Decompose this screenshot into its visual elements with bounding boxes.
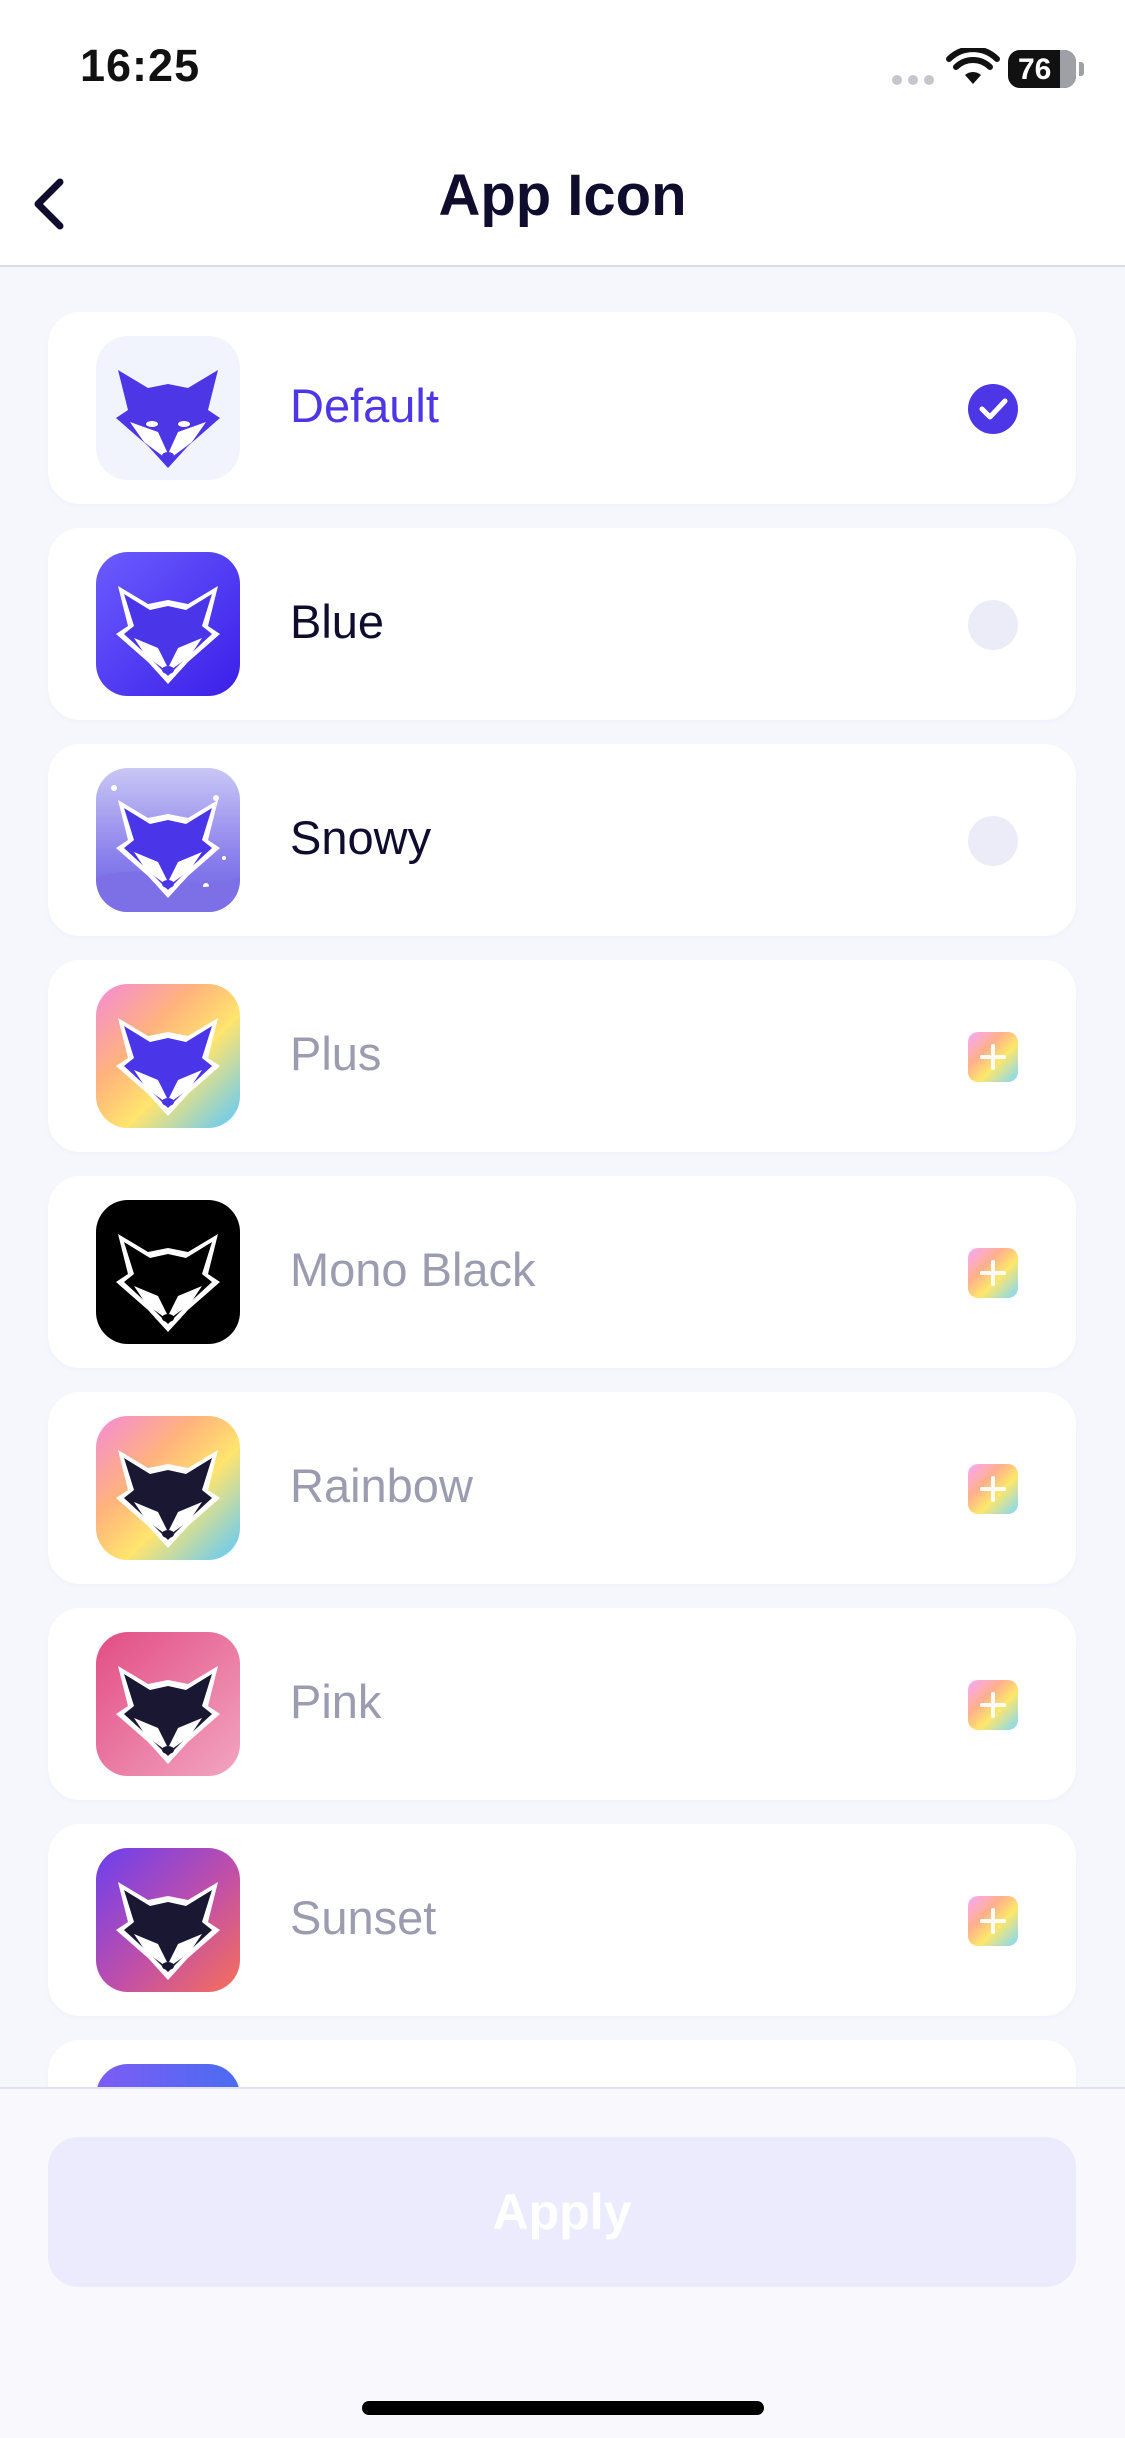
nav-bar: App Icon (0, 140, 1125, 267)
icon-option-label: Rainbow (290, 1459, 473, 1512)
battery-icon: 76 (1008, 50, 1076, 88)
icon-option-default[interactable]: Default (48, 312, 1076, 504)
icon-option-mono-black[interactable]: Mono Black (48, 1176, 1076, 1368)
fox-icon-partial (96, 2064, 240, 2087)
icon-option-label: Default (290, 379, 439, 432)
fox-icon-blue (96, 552, 240, 696)
battery-level: 76 (1018, 53, 1052, 86)
icon-option-pink[interactable]: Pink (48, 1608, 1076, 1800)
icon-option-label: Sunset (290, 1891, 437, 1944)
plus-badge-icon (968, 1032, 1018, 1082)
cellular-signal-icon (892, 72, 940, 90)
plus-badge-icon (968, 1248, 1018, 1298)
apply-button[interactable]: Apply (48, 2137, 1076, 2287)
fox-icon-mono-black (96, 1200, 240, 1344)
fox-icon-rainbow (96, 1416, 240, 1560)
wifi-icon (946, 48, 1000, 84)
icon-option-plus[interactable]: Plus (48, 960, 1076, 1152)
battery-nub (1079, 62, 1084, 76)
icon-option-snowy[interactable]: Snowy (48, 744, 1076, 936)
plus-badge-icon (968, 1896, 1018, 1946)
status-time: 16:25 (80, 40, 201, 91)
icon-option-label: Blue (290, 595, 385, 648)
fox-icon-sunset (96, 1848, 240, 1992)
fox-icon-default (96, 336, 240, 480)
icon-option-label: Snowy (290, 811, 432, 864)
fox-icon-snowy (96, 768, 240, 912)
icon-option-blue[interactable]: Blue (48, 528, 1076, 720)
icon-option-label: Plus (290, 1027, 382, 1080)
radio-button[interactable] (968, 600, 1018, 650)
fox-icon-pink (96, 1632, 240, 1776)
icon-list: Default Blue Snowy Plus Mono Black Rainb… (0, 267, 1125, 2087)
icon-option-label: Pink (290, 1675, 382, 1728)
fox-icon-plus (96, 984, 240, 1128)
home-indicator (362, 2401, 764, 2415)
status-bar: 16:25 76 (0, 0, 1125, 140)
page-title: App Icon (438, 163, 687, 228)
plus-badge-icon (968, 1680, 1018, 1730)
plus-badge-icon (968, 1464, 1018, 1514)
icon-option-rainbow[interactable]: Rainbow (48, 1392, 1076, 1584)
icon-option-sunset[interactable]: Sunset (48, 1824, 1076, 2016)
icon-option-partial[interactable] (48, 2040, 1076, 2087)
checkmark-icon[interactable] (968, 384, 1018, 434)
bottom-bar: Apply (0, 2087, 1125, 2438)
radio-button[interactable] (968, 816, 1018, 866)
icon-option-label: Mono Black (290, 1243, 536, 1296)
